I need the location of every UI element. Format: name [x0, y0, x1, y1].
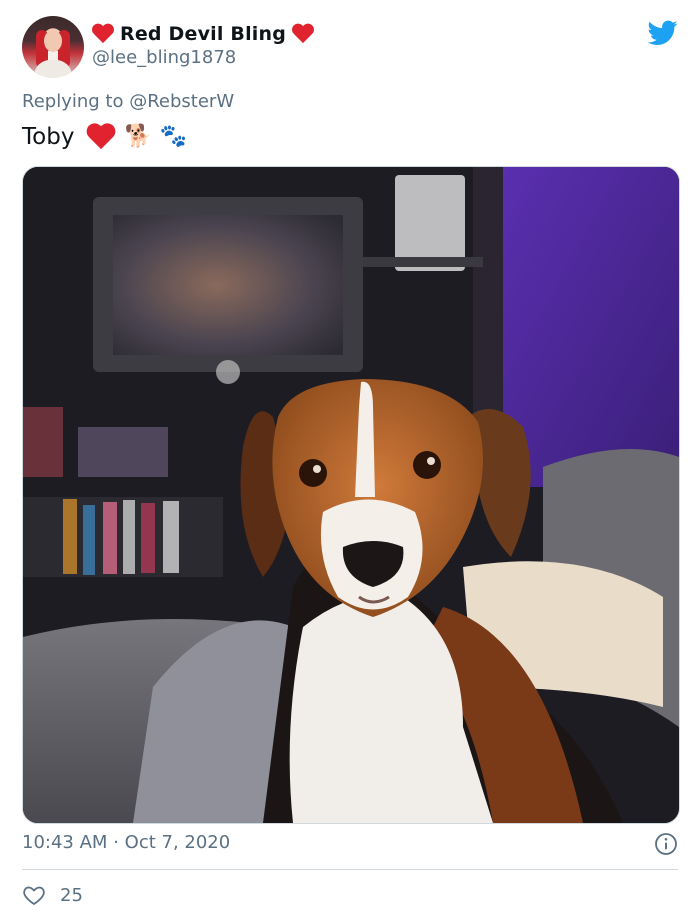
tweet-date: Oct 7, 2020 — [124, 832, 231, 853]
author-handle[interactable]: @lee_bling1878 — [92, 47, 236, 68]
divider — [22, 869, 678, 870]
paw-prints-emoji-icon: 🐾 — [159, 124, 188, 149]
info-icon[interactable] — [654, 832, 678, 856]
like-count: 25 — [60, 884, 83, 906]
replying-to-label: Replying to — [22, 91, 124, 112]
tweet-text-body: Toby — [22, 124, 75, 150]
tweet-photo[interactable] — [22, 166, 680, 824]
heart-icon — [86, 124, 116, 150]
heart-icon — [92, 24, 114, 44]
avatar-face — [44, 30, 62, 52]
reply-mention-link[interactable]: @RebsterW — [129, 91, 234, 112]
twitter-bird-icon[interactable] — [648, 20, 678, 46]
dog-photo-illustration — [23, 167, 679, 823]
like-section[interactable]: 25 — [22, 883, 83, 907]
like-heart-outline-icon[interactable] — [22, 883, 46, 907]
dog-emoji-icon: 🐕 — [124, 124, 152, 149]
author-name-row[interactable]: Red Devil Bling — [92, 21, 314, 47]
timestamp-separator: · — [113, 832, 119, 853]
avatar[interactable] — [22, 16, 84, 78]
tweet-text: Toby 🐕 🐾 — [22, 121, 187, 153]
tweet-card: Red Devil Bling @lee_bling1878 Replying … — [0, 0, 700, 924]
replying-to: Replying to @RebsterW — [22, 91, 234, 112]
tweet-time: 10:43 AM — [22, 832, 108, 853]
heart-icon — [292, 24, 314, 44]
tweet-timestamp[interactable]: 10:43 AM · Oct 7, 2020 — [22, 832, 230, 853]
author-display-name[interactable]: Red Devil Bling — [120, 23, 286, 45]
